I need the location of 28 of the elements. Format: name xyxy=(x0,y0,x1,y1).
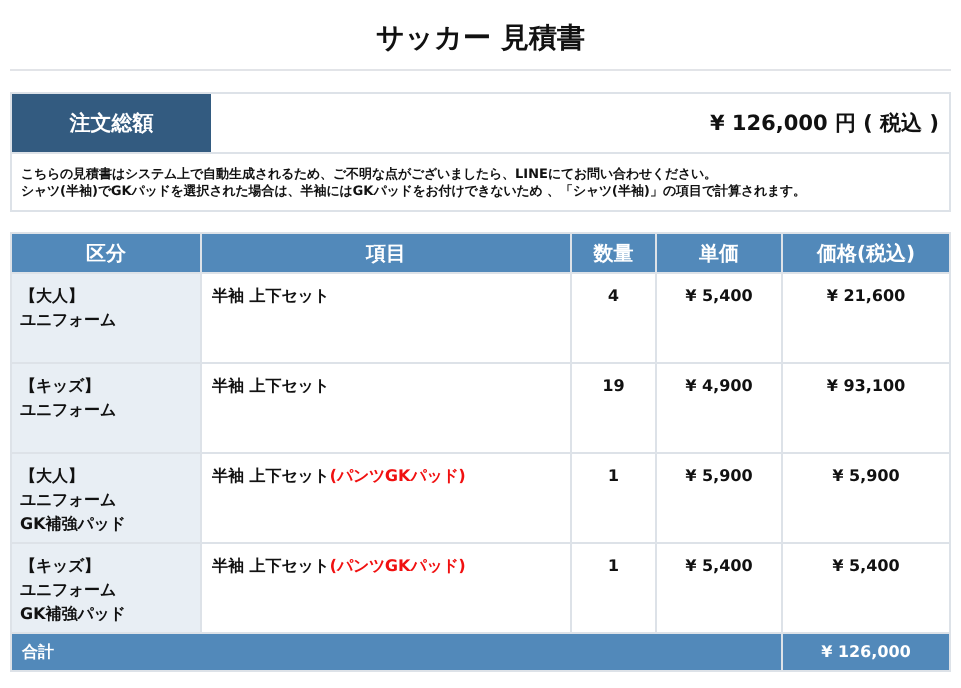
column-header: 価格(税込) xyxy=(782,233,950,273)
quantity-cell: 1 xyxy=(571,453,656,543)
unit-price-cell: ¥ 4,900 xyxy=(656,363,782,453)
item-cell: 半袖 上下セット xyxy=(201,363,571,453)
total-row-amount: ¥ 126,000 xyxy=(782,633,950,671)
price-cell: ¥ 5,900 xyxy=(782,453,950,543)
column-header: 区分 xyxy=(11,233,201,273)
category-cell: 【キッズ】 ユニフォーム GK補強パッド xyxy=(11,543,201,633)
category-cell: 【キッズ】 ユニフォーム xyxy=(11,363,201,453)
column-header: 数量 xyxy=(571,233,656,273)
quantity-cell: 4 xyxy=(571,273,656,363)
category-cell: 【大人】 ユニフォーム xyxy=(11,273,201,363)
unit-price-cell: ¥ 5,900 xyxy=(656,453,782,543)
note-text: シャツ(半袖)でGKパッドを選択された場合は、半袖にはGKパッドをお付けできないため 、「シャツ(半袖)」の項目で計算されます。 xyxy=(21,183,807,200)
quantity-cell: 19 xyxy=(571,363,656,453)
item-cell: 半袖 上下セット(パンツGKパッド) xyxy=(201,453,571,543)
total-row-label: 合計 xyxy=(11,633,782,671)
category-cell: 【大人】 ユニフォーム GK補強パッド xyxy=(11,453,201,543)
price-cell: ¥ 93,100 xyxy=(782,363,950,453)
column-header: 項目 xyxy=(201,233,571,273)
unit-price-cell: ¥ 5,400 xyxy=(656,273,782,363)
price-cell: ¥ 21,600 xyxy=(782,273,950,363)
page-title: サッカー 見積書 xyxy=(375,20,586,56)
column-header: 単価 xyxy=(656,233,782,273)
note-text: こちらの見積書はシステム上で自動生成されるため、ご不明な点がございましたら、LINEにてお問い合わせください。 xyxy=(21,166,718,183)
total-label: 注文総額 xyxy=(12,94,211,152)
item-cell: 半袖 上下セット xyxy=(201,273,571,363)
total-amount: ¥ 126,000 円 ( 税込 ) xyxy=(708,110,940,137)
